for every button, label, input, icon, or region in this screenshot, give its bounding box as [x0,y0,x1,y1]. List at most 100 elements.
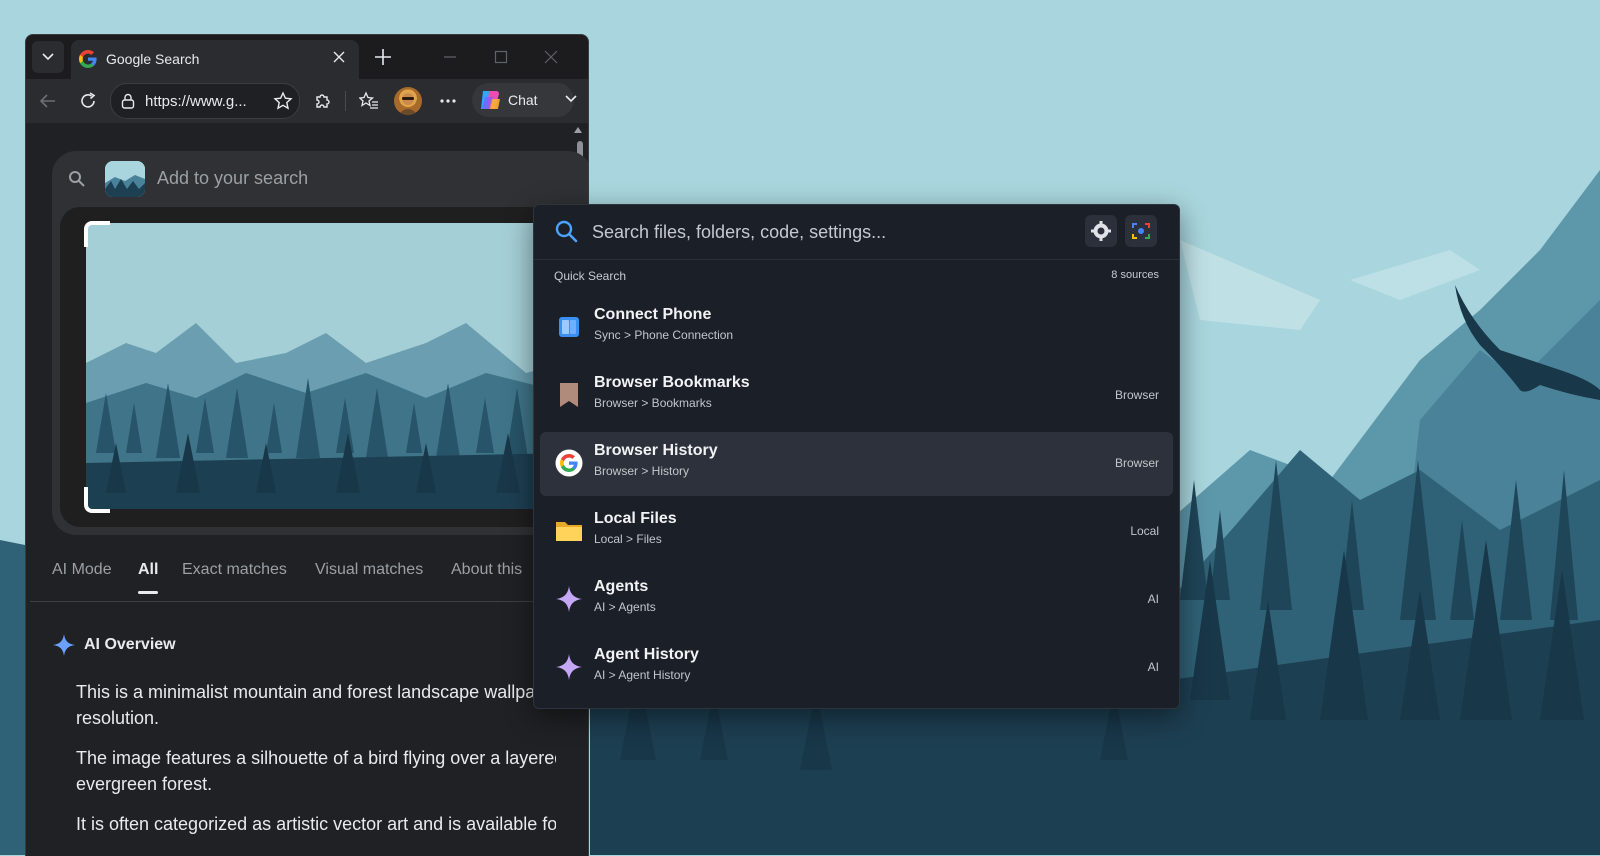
item-source: Local [1130,524,1159,538]
crop-handle-top-left[interactable] [84,221,110,247]
close-tab-icon[interactable] [329,47,349,67]
browser-tab[interactable]: Google Search [71,40,359,79]
copilot-chat-button[interactable]: Chat [472,83,577,117]
scroll-up-arrow-icon[interactable] [574,127,582,133]
item-path: Browser > History [594,464,690,478]
item-path: AI > Agents [594,600,656,614]
item-path: AI > Agent History [594,668,691,682]
sparkle-icon [554,584,584,614]
tab-all[interactable]: All [138,561,159,594]
tab-ai-mode[interactable]: AI Mode [52,561,112,579]
item-source: Browser [1114,388,1159,402]
tab-list-button[interactable] [32,41,64,73]
section-label: Quick Search [554,269,627,283]
palette-search-bar [534,205,1179,260]
favorite-star-button[interactable] [271,89,295,113]
reload-icon [81,92,96,108]
maximize-icon [494,50,508,64]
chat-label: Chat [508,92,538,108]
ai-overview-bullet: The image features a silhouette of a bir… [76,745,556,771]
palette-item-agent-history[interactable]: Agent History AI > Agent History AI [540,636,1173,700]
lens-search-card: Add to your search [52,151,588,535]
settings-button[interactable] [1085,215,1117,247]
maximize-button[interactable] [491,47,511,67]
tab-visual-matches[interactable]: Visual matches [315,561,423,579]
search-icon [69,171,85,187]
new-tab-button[interactable] [371,45,395,69]
palette-item-browser-bookmarks[interactable]: Browser Bookmarks Browser > Bookmarks Br… [540,364,1173,428]
tab-about-this[interactable]: About this [451,561,522,579]
user-face-icon [398,93,418,115]
close-window-button[interactable] [541,47,561,67]
ai-overview-bullet-continuation: evergreen forest. [76,774,213,794]
palette-item-agents[interactable]: Agents AI > Agents AI [540,568,1173,632]
palette-section-header: Quick Search 8 sources [554,269,1159,285]
google-icon [79,50,97,68]
item-title: Agent History [594,646,699,663]
bookmark-icon [554,380,584,410]
palette-results: Connect Phone Sync > Phone Connection Br… [540,296,1173,704]
ai-overview-title: AI Overview [84,636,176,653]
sources-count: 8 sources [1111,269,1159,281]
extensions-button[interactable] [311,89,335,113]
chevron-down-icon[interactable] [564,92,578,111]
lock-icon [121,93,135,109]
search-icon [555,220,578,243]
palette-item-browser-history[interactable]: Browser History Browser > History Browse… [540,432,1173,496]
page-content: Add to your search AI Mode All Exact mat… [30,123,588,856]
lens-image-frame [60,207,588,527]
item-source: AI [1147,592,1159,606]
browser-window: Google Search https://www.g... Chat Add … [25,34,589,856]
browser-toolbar: https://www.g... Chat [26,79,588,123]
lens-search-input[interactable]: Add to your search [157,168,308,189]
puzzle-icon [316,94,330,108]
minimize-button[interactable] [440,47,460,67]
back-button[interactable] [36,89,60,113]
result-tabs: AI Mode All Exact matches Visual matches… [30,561,588,602]
item-title: Browser History [594,442,718,459]
tab-exact-matches[interactable]: Exact matches [182,561,287,579]
palette-search-input[interactable] [590,217,1054,247]
reload-button[interactable] [76,89,100,113]
google-icon [554,448,584,478]
close-icon [544,50,558,64]
favorites-button[interactable] [357,89,381,113]
tab-strip: Google Search [26,35,588,79]
ai-overview-bullet: It is often categorized as artistic vect… [76,811,556,837]
item-source: Browser [1114,456,1159,470]
sparkle-icon [554,652,584,682]
item-path: Browser > Bookmarks [594,396,712,410]
lens-image-thumbnail[interactable] [105,161,145,197]
screen-capture-button[interactable] [1125,215,1157,247]
star-icon [273,91,293,110]
gear-icon [1091,221,1111,241]
lens-selected-image[interactable] [86,223,566,509]
tab-title: Google Search [106,51,200,67]
ai-overview-bullet-continuation: resolution. [76,708,160,728]
ai-overview-bullet: This is a minimalist mountain and forest… [76,679,556,705]
chevron-down-icon [42,53,54,61]
phone-icon [554,312,584,342]
address-url: https://www.g... [145,93,247,110]
item-source: AI [1147,660,1159,674]
favorites-list-icon [359,91,378,109]
item-title: Connect Phone [594,306,712,323]
item-title: Local Files [594,510,677,527]
ellipsis-icon [440,99,456,103]
command-palette: Quick Search 8 sources Connect Phone Syn… [533,204,1180,709]
ai-overview-list: This is a minimalist mountain and forest… [52,679,588,851]
item-path: Sync > Phone Connection [594,328,734,342]
item-path: Local > Files [594,532,662,546]
item-title: Browser Bookmarks [594,374,750,391]
item-title: Agents [594,578,649,595]
palette-item-local-files[interactable]: Local Files Local > Files Local [540,500,1173,564]
capture-icon [1132,223,1150,239]
plus-icon [375,49,391,65]
sparkle-icon [53,634,75,656]
folder-icon [554,516,584,546]
minimize-icon [444,56,456,58]
palette-item-connect-phone[interactable]: Connect Phone Sync > Phone Connection [540,296,1173,360]
crop-handle-bottom-left[interactable] [84,487,110,513]
profile-avatar[interactable] [394,87,422,115]
more-options-button[interactable] [436,89,460,113]
